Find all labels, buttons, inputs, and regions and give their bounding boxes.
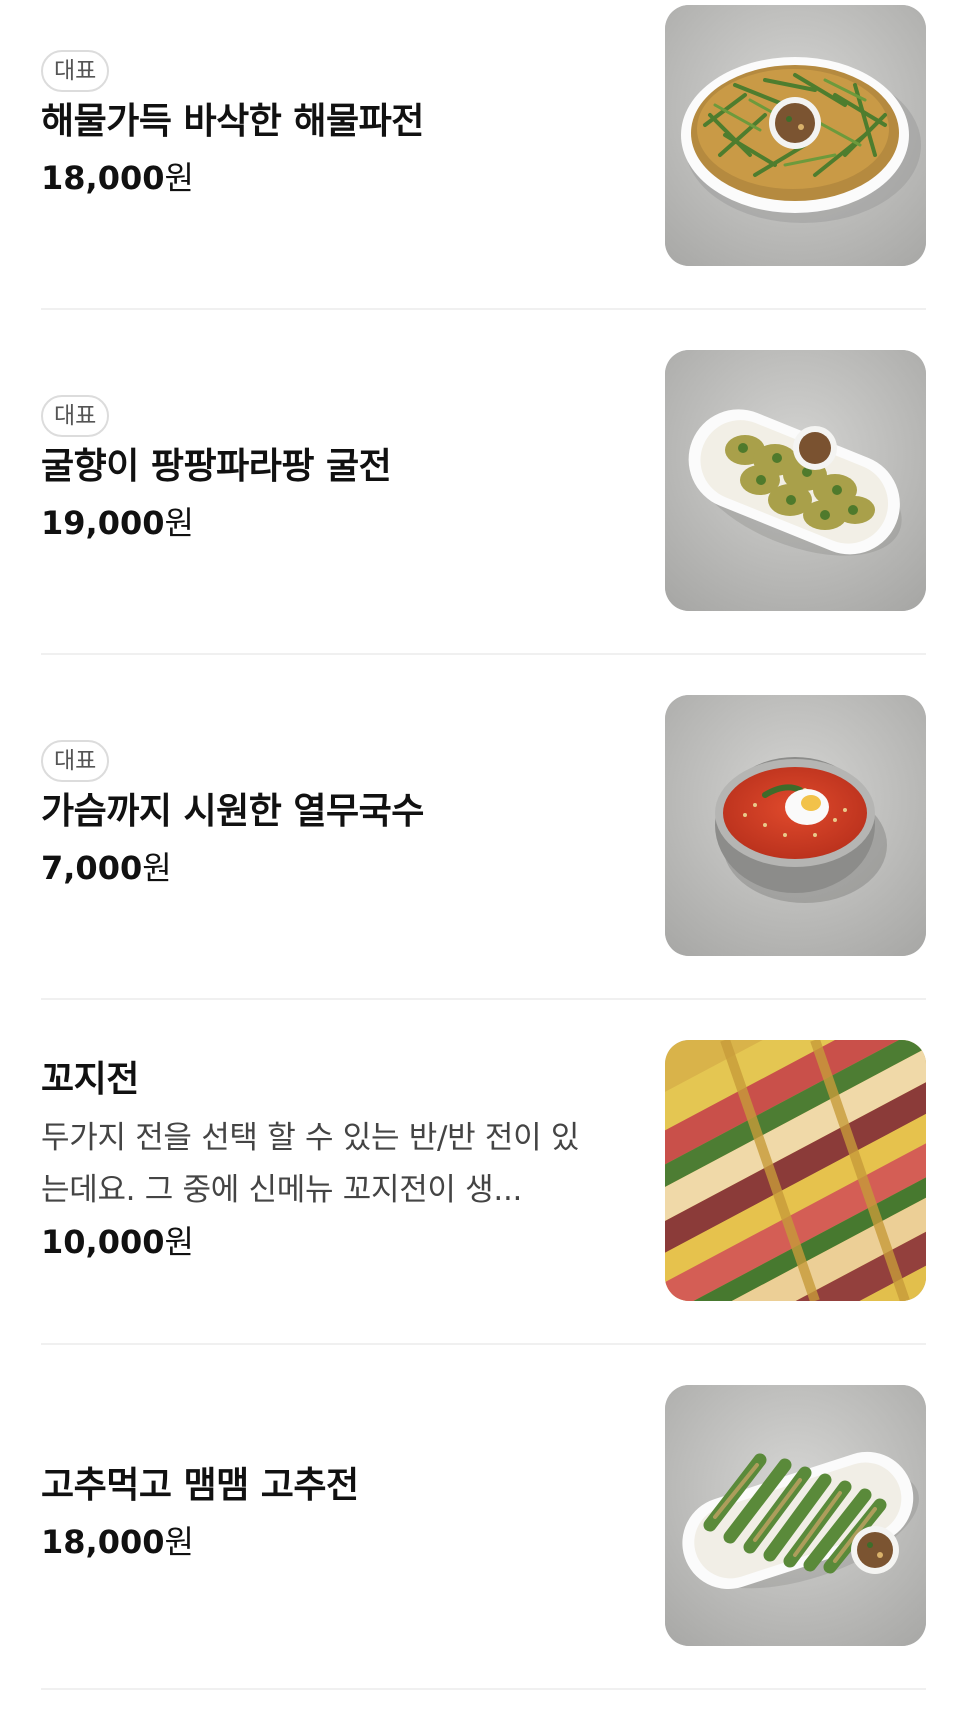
menu-item-price: 10,000원 — [41, 1220, 621, 1264]
menu-item-price: 18,000원 — [41, 156, 621, 200]
menu-item-name: 굴향이 팡팡파라팡 굴전 — [41, 446, 392, 487]
oyster-pancake-photo[interactable] — [665, 350, 926, 611]
price-currency: 원 — [164, 1223, 194, 1261]
menu-item-skewer-pancake[interactable]: 꼬지전 두가지 전을 선택 할 수 있는 반/반 전이 있는데요. 그 중에 신… — [0, 1035, 966, 1381]
pepper-pancake-photo[interactable] — [665, 1385, 926, 1646]
menu-item-text: 꼬지전 두가지 전을 선택 할 수 있는 반/반 전이 있는데요. 그 중에 신… — [41, 1056, 621, 1264]
seafood-pancake-photo[interactable] — [665, 5, 926, 266]
young-radish-noodles-photo[interactable] — [665, 695, 926, 956]
menu-item-price: 19,000원 — [41, 501, 621, 545]
divider — [41, 1343, 926, 1345]
signature-badge: 대표 — [41, 50, 110, 92]
divider — [41, 998, 926, 1000]
menu-item-text: 대표 가슴까지 시원한 열무국수 7,000원 — [41, 740, 621, 890]
price-value: 19,000 — [41, 504, 165, 542]
divider — [41, 308, 926, 310]
menu-item-text: 대표 굴향이 팡팡파라팡 굴전 19,000원 — [41, 395, 621, 545]
menu-item-text: 대표 해물가득 바삭한 해물파전 18,000원 — [41, 50, 621, 200]
menu-list: 대표 해물가득 바삭한 해물파전 18,000원 대표 굴향이 팡팡파라팡 굴전… — [0, 0, 966, 1695]
menu-item-name: 고추먹고 맴맴 고추전 — [41, 1465, 359, 1506]
price-currency: 원 — [164, 159, 194, 197]
menu-item-price: 7,000원 — [41, 846, 621, 890]
menu-item-text: 고추먹고 맴맴 고추전 18,000원 — [41, 1462, 621, 1564]
price-value: 7,000 — [41, 849, 143, 887]
price-value: 18,000 — [41, 1523, 165, 1561]
menu-item-price: 18,000원 — [41, 1520, 621, 1564]
divider — [41, 1688, 926, 1690]
price-currency: 원 — [142, 849, 172, 887]
signature-badge: 대표 — [41, 740, 110, 782]
price-value: 10,000 — [41, 1223, 165, 1261]
divider — [41, 653, 926, 655]
menu-item-seafood-pancake[interactable]: 대표 해물가득 바삭한 해물파전 18,000원 — [0, 0, 966, 346]
signature-badge: 대표 — [41, 395, 110, 437]
skewer-pancake-photo[interactable] — [665, 1040, 926, 1301]
menu-item-name: 꼬지전 — [41, 1059, 139, 1100]
price-currency: 원 — [164, 1523, 194, 1561]
menu-item-young-radish-noodles[interactable]: 대표 가슴까지 시원한 열무국수 7,000원 — [0, 690, 966, 1036]
menu-item-name: 해물가득 바삭한 해물파전 — [41, 101, 424, 142]
menu-item-name: 가슴까지 시원한 열무국수 — [41, 791, 424, 832]
menu-item-description: 두가지 전을 선택 할 수 있는 반/반 전이 있는데요. 그 중에 신메뉴 꼬… — [41, 1120, 580, 1208]
menu-item-oyster-pancake[interactable]: 대표 굴향이 팡팡파라팡 굴전 19,000원 — [0, 345, 966, 691]
price-value: 18,000 — [41, 159, 165, 197]
menu-item-pepper-pancake[interactable]: 고추먹고 맴맴 고추전 18,000원 — [0, 1380, 966, 1726]
price-currency: 원 — [164, 504, 194, 542]
